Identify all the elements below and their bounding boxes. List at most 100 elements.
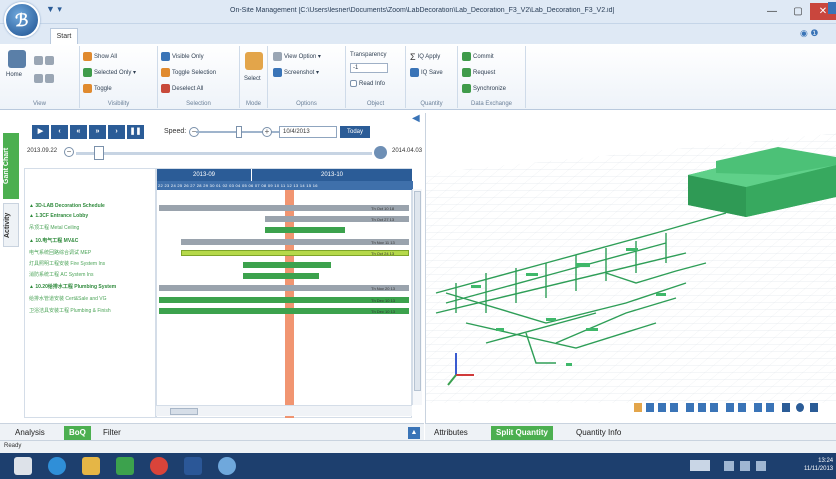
view-tool-icon[interactable] bbox=[766, 403, 774, 412]
range-end-icon[interactable] bbox=[374, 146, 387, 159]
volume-icon[interactable] bbox=[756, 461, 766, 471]
horizontal-scroll-thumb[interactable] bbox=[170, 408, 198, 415]
clock[interactable]: 13:24 11/11/2013 bbox=[804, 457, 833, 473]
app-logo-icon[interactable]: ℬ bbox=[4, 2, 40, 38]
tab-gant-chart[interactable]: Gant Chart bbox=[3, 133, 19, 199]
horizontal-scrollbar[interactable] bbox=[156, 405, 412, 416]
grid-icon[interactable] bbox=[782, 403, 790, 412]
on-site-app-icon[interactable] bbox=[218, 457, 236, 475]
quick-access-toolbar[interactable]: ▼ ▾ bbox=[46, 4, 62, 15]
view-tool-icon[interactable] bbox=[698, 403, 706, 412]
help-icon[interactable]: ◉ ❶ bbox=[800, 28, 818, 39]
gantt-bar[interactable] bbox=[243, 262, 331, 268]
tab-activity[interactable]: Activity bbox=[3, 203, 19, 247]
date-input[interactable]: 10/4/2013 bbox=[279, 126, 337, 138]
tab-split-quantity[interactable]: Split Quantity bbox=[491, 426, 553, 440]
toggle-selection-button[interactable]: Toggle Selection bbox=[161, 68, 216, 77]
deselect-all-button[interactable]: Deselect All bbox=[161, 84, 203, 93]
commit-button[interactable]: Commit bbox=[462, 52, 494, 61]
play-button[interactable]: ▶ bbox=[32, 125, 49, 139]
gantt-chart[interactable]: 2013-09 2013-10 22 23 24 25 26 27 28 29 … bbox=[156, 168, 413, 418]
view-tool-icon[interactable] bbox=[686, 403, 694, 412]
synchronize-button[interactable]: Synchronize bbox=[462, 84, 506, 93]
view-option-button[interactable]: View Option ▾ bbox=[273, 52, 321, 61]
task-row[interactable]: ▲ 3D-LAB Decoration Schedule bbox=[29, 203, 157, 213]
collapse-arrow-icon[interactable]: ◀ bbox=[412, 113, 420, 124]
selected-only-button[interactable]: Selected Only ▾ bbox=[83, 68, 136, 77]
view-front-icon[interactable] bbox=[34, 56, 54, 65]
view-tool-icon[interactable] bbox=[670, 403, 678, 412]
system-tray[interactable] bbox=[690, 458, 790, 474]
task-row[interactable]: 灯具照明工程安装 Fire System Ins bbox=[29, 260, 157, 270]
step-back-button[interactable]: ‹ bbox=[51, 125, 68, 139]
home-icon[interactable] bbox=[8, 50, 26, 68]
task-row[interactable]: ▲ 10.20给排水工程 Plumbing System bbox=[29, 283, 157, 293]
select-hand-icon[interactable] bbox=[245, 52, 263, 70]
eye-icon[interactable] bbox=[796, 403, 804, 412]
task-row[interactable]: ▲ 1.3CF Entrance Lobby bbox=[29, 213, 157, 223]
internet-explorer-icon[interactable] bbox=[48, 457, 66, 475]
fast-forward-button[interactable]: » bbox=[89, 125, 106, 139]
vertical-scrollbar[interactable] bbox=[412, 189, 422, 405]
task-row[interactable]: ▲ 10.电气工程 MV&C bbox=[29, 237, 157, 247]
show-all-button[interactable]: Show All bbox=[83, 52, 117, 61]
view-tool-icon[interactable] bbox=[726, 403, 734, 412]
rewind-button[interactable]: « bbox=[70, 125, 87, 139]
keyboard-icon[interactable] bbox=[690, 460, 710, 471]
expand-up-icon[interactable]: ▲ bbox=[408, 427, 420, 439]
today-button[interactable]: Today bbox=[340, 126, 370, 138]
speed-plus-icon[interactable]: + bbox=[262, 127, 272, 137]
windows-start-icon[interactable] bbox=[14, 457, 32, 475]
step-forward-button[interactable]: › bbox=[108, 125, 125, 139]
range-minus-icon[interactable]: − bbox=[64, 147, 74, 157]
3d-model-canvas[interactable] bbox=[426, 113, 836, 423]
chrome-icon[interactable] bbox=[150, 457, 168, 475]
tab-quantity-info[interactable]: Quantity Info bbox=[571, 426, 626, 440]
tray-icon[interactable] bbox=[724, 461, 734, 471]
home-button[interactable]: Home bbox=[6, 72, 22, 78]
file-explorer-icon[interactable] bbox=[82, 457, 100, 475]
iq-save-button[interactable]: IQ Save bbox=[410, 68, 443, 77]
gantt-bar[interactable] bbox=[243, 273, 319, 279]
app-icon[interactable] bbox=[116, 457, 134, 475]
network-icon[interactable] bbox=[740, 461, 750, 471]
speed-slider-thumb[interactable] bbox=[236, 126, 242, 138]
3d-viewport[interactable] bbox=[425, 113, 836, 423]
toggle-button[interactable]: Toggle bbox=[83, 84, 112, 93]
maximize-button[interactable]: ▢ bbox=[786, 3, 810, 20]
task-row[interactable]: 给排水管道安装 Cert&Sale and VG bbox=[29, 295, 157, 305]
view-tool-icon[interactable] bbox=[738, 403, 746, 412]
select-button[interactable]: Select bbox=[244, 76, 261, 82]
read-info-checkbox[interactable]: Read Info bbox=[350, 80, 385, 87]
vertical-scroll-thumb[interactable] bbox=[414, 191, 421, 391]
transparency-input[interactable]: -1 bbox=[350, 63, 388, 73]
timeline-range-track[interactable] bbox=[76, 152, 372, 155]
pause-button[interactable]: ❚❚ bbox=[127, 125, 144, 139]
arrow-icon[interactable] bbox=[810, 403, 818, 412]
panel-pin-icon[interactable] bbox=[828, 2, 836, 14]
task-row[interactable]: 电气系统回路综合调试 MEP bbox=[29, 249, 157, 259]
bar-label: Th Oct 27 13 bbox=[371, 217, 395, 222]
gantt-bar[interactable] bbox=[265, 227, 345, 233]
visible-only-button[interactable]: Visible Only bbox=[161, 52, 204, 61]
view-side-icon[interactable] bbox=[34, 74, 54, 83]
tab-attributes[interactable]: Attributes bbox=[429, 426, 473, 440]
view-tool-icon[interactable] bbox=[646, 403, 654, 412]
screenshot-button[interactable]: Screenshot ▾ bbox=[273, 68, 319, 77]
bulb-icon[interactable] bbox=[634, 403, 642, 412]
tab-filter[interactable]: Filter bbox=[98, 426, 126, 440]
tab-start[interactable]: Start bbox=[50, 28, 78, 44]
minimize-button[interactable]: — bbox=[760, 3, 784, 20]
request-button[interactable]: Request bbox=[462, 68, 495, 77]
timeline-range-thumb[interactable] bbox=[94, 146, 104, 160]
view-tool-icon[interactable] bbox=[710, 403, 718, 412]
task-row[interactable]: 吊顶工程 Metal Ceiling bbox=[29, 224, 157, 234]
task-row[interactable]: 卫浴洁具安装工程 Plumbing & Finish bbox=[29, 307, 157, 317]
view-tool-icon[interactable] bbox=[658, 403, 666, 412]
task-row[interactable]: 消防系统工程 AC System Ins bbox=[29, 271, 157, 281]
tab-boq[interactable]: BoQ bbox=[64, 426, 91, 440]
iq-apply-button[interactable]: Σ IQ Apply bbox=[410, 52, 440, 62]
tab-analysis[interactable]: Analysis bbox=[10, 426, 50, 440]
view-tool-icon[interactable] bbox=[754, 403, 762, 412]
word-icon[interactable] bbox=[184, 457, 202, 475]
